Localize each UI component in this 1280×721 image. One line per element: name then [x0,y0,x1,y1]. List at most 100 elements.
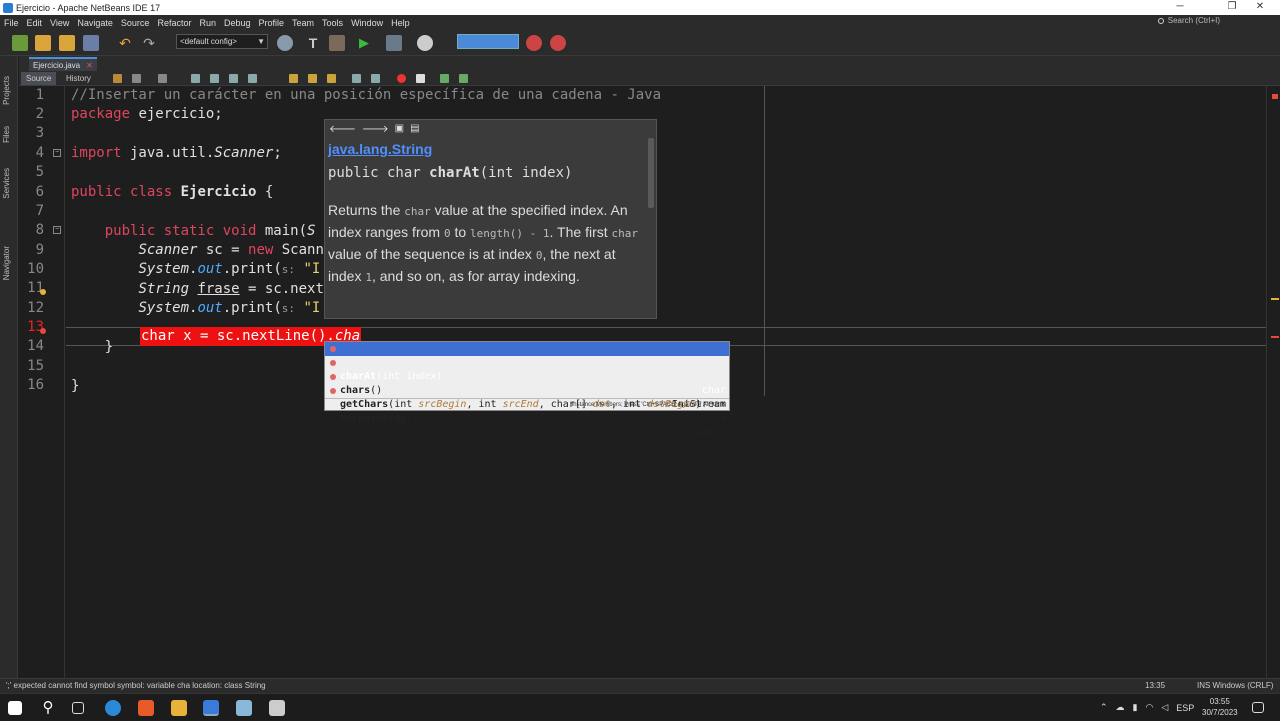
menu-refactor[interactable]: Refactor [153,18,195,28]
param-hint: s: [281,263,296,276]
new-project-icon[interactable] [12,35,28,51]
app-icon[interactable] [269,700,285,716]
open-browser-icon[interactable]: ▣ [395,123,404,135]
profile-icon[interactable] [417,35,433,51]
notepad-icon[interactable] [236,700,252,716]
network-icon[interactable]: ☁ [1116,702,1125,713]
back-icon[interactable] [132,74,141,83]
chevron-up-icon[interactable]: ⌃ [1100,702,1108,713]
gc-icon[interactable] [526,35,542,51]
prev-bookmark-icon[interactable] [289,74,298,83]
code-line-14: } [71,339,114,355]
sig-part: public char [328,165,430,181]
close-icon[interactable]: ✕ [86,61,93,70]
find-previous-icon[interactable] [210,74,219,83]
tab-ejercicio-java[interactable]: Ejercicio.java ✕ [29,57,97,71]
menu-source[interactable]: Source [117,18,154,28]
menu-run[interactable]: Run [195,18,220,28]
memory-meter[interactable] [457,34,519,49]
javadoc-class-link[interactable]: java.lang.String [328,141,432,157]
token: public static void [71,223,257,239]
navigator-tab[interactable]: Navigator [2,246,11,280]
search-icon[interactable]: ⚲ [40,700,56,716]
comment-icon[interactable] [440,74,449,83]
menu-tools[interactable]: Tools [318,18,347,28]
goto-source-icon[interactable]: ▤ [410,123,419,135]
debug-icon[interactable] [386,35,402,51]
shift-right-icon[interactable] [371,74,380,83]
error-stripe[interactable] [1266,86,1280,678]
search-input[interactable]: Search (Ctrl+I) [1168,16,1220,25]
language-indicator[interactable]: ESP [1176,703,1194,713]
method-icon [330,388,336,394]
menu-window[interactable]: Window [347,18,387,28]
last-edit-icon[interactable] [113,74,122,83]
desc-part: , and so on, as for array indexing. [371,268,580,284]
completion-return: void [701,413,726,424]
menu-view[interactable]: View [46,18,73,28]
toggle-bookmark-icon[interactable] [327,74,336,83]
open-project-icon[interactable] [59,35,75,51]
windows-start-icon[interactable] [8,701,22,715]
new-file-icon[interactable] [35,35,51,51]
warning-marker[interactable] [1271,298,1279,300]
menu-debug[interactable]: Debug [220,18,255,28]
undo-icon[interactable]: ↶ [117,35,133,51]
brave-icon[interactable] [138,700,154,716]
shift-left-icon[interactable] [352,74,361,83]
back-arrow-icon[interactable]: 🡐 [329,123,356,135]
next-bookmark-icon[interactable] [308,74,317,83]
run-icon[interactable]: ▶ [356,35,372,51]
tab-history[interactable]: History [61,72,96,85]
notification-icon[interactable] [1252,702,1264,713]
token: Scann [273,242,324,258]
task-view-icon[interactable] [72,702,84,714]
menu-profile[interactable]: Profile [255,18,289,28]
minimize-button[interactable]: ─ [1160,0,1200,15]
menu-team[interactable]: Team [288,18,318,28]
profile-ide-icon[interactable] [550,35,566,51]
files-tab[interactable]: Files [2,126,11,143]
build-icon[interactable]: T [305,35,321,51]
clean-build-icon[interactable] [329,35,345,51]
uncomment-icon[interactable] [459,74,468,83]
menu-help[interactable]: Help [387,18,414,28]
projects-tab[interactable]: Projects [2,76,11,105]
config-select[interactable]: <default config> ▼ [176,34,268,49]
edge-icon[interactable] [105,700,121,716]
token: System [138,261,190,277]
completion-item-charat[interactable]: charAt(int index) char [325,342,729,396]
find-next-icon[interactable] [229,74,238,83]
menu-navigate[interactable]: Navigate [73,18,117,28]
fold-toggle[interactable]: − [53,226,61,234]
target-icon[interactable] [277,35,293,51]
services-tab[interactable]: Services [2,168,11,199]
microphone-icon[interactable]: ▮ [1133,702,1138,713]
highlight-icon[interactable] [248,74,257,83]
redo-icon[interactable]: ↷ [141,35,157,51]
completion-item-chars[interactable]: chars() IntStream [325,356,729,410]
error-marker[interactable] [1271,336,1279,338]
javadoc-scrollbar[interactable] [648,138,654,208]
forward-arrow-icon[interactable]: 🡒 [362,123,389,135]
token: sc = [197,242,249,258]
stop-macro-icon[interactable] [416,74,425,83]
completion-item-tochararray[interactable]: toCharArray() char[] [325,384,729,438]
wifi-icon[interactable]: ◠ [1146,702,1154,713]
file-explorer-icon[interactable] [171,700,187,716]
menu-file[interactable]: File [0,18,23,28]
completion-item-getchars[interactable]: getChars(int srcBegin, int srcEnd, char[… [325,370,729,424]
forward-icon[interactable] [158,74,167,83]
find-icon[interactable] [191,74,200,83]
record-macro-icon[interactable] [397,74,406,83]
save-all-icon[interactable] [83,35,99,51]
search-box[interactable]: Search (Ctrl+I) [1157,16,1220,25]
menu-edit[interactable]: Edit [23,18,47,28]
clock[interactable]: 03:55 30/7/2023 [1202,696,1238,718]
volume-icon[interactable]: ◁ [1161,702,1168,713]
netbeans-taskbar-icon[interactable] [203,700,219,716]
tab-source[interactable]: Source [21,72,57,85]
fold-toggle[interactable]: − [53,149,61,157]
close-button[interactable]: ✕ [1240,0,1280,15]
error-marker[interactable] [1272,94,1278,99]
